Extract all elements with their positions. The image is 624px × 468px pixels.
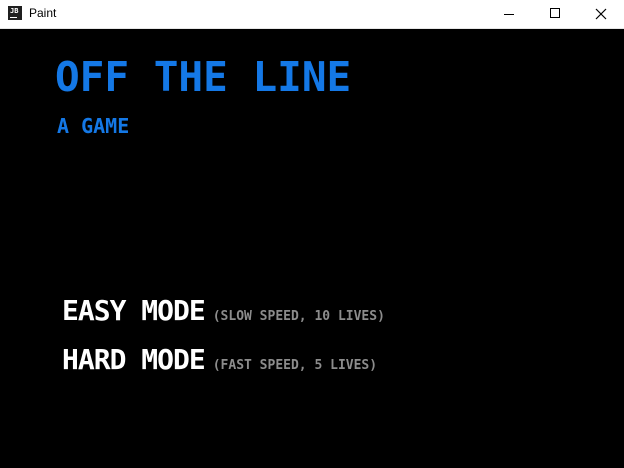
- hard-mode-label[interactable]: HARD MODE: [62, 343, 206, 376]
- game-title: OFF THE LINE: [55, 53, 352, 101]
- easy-mode-label[interactable]: EASY MODE: [62, 294, 206, 327]
- easy-mode-option[interactable]: EASY MODE (SLOW SPEED, 10 LIVES): [62, 293, 385, 329]
- window-title: Paint: [29, 6, 57, 20]
- app-window: JB Paint OFF THE LINE A GAME EASY MODE (S…: [0, 0, 624, 468]
- easy-mode-description: (SLOW SPEED, 10 LIVES): [212, 309, 385, 324]
- close-icon: [595, 8, 607, 20]
- app-icon-text: JB: [10, 7, 19, 15]
- hard-mode-option[interactable]: HARD MODE (FAST SPEED, 5 LIVES): [62, 342, 377, 378]
- game-canvas: OFF THE LINE A GAME EASY MODE (SLOW SPEED…: [0, 29, 624, 468]
- hard-mode-description: (FAST SPEED, 5 LIVES): [212, 358, 378, 373]
- game-subtitle: A GAME: [57, 114, 130, 138]
- minimize-button[interactable]: [486, 0, 532, 29]
- jetbrains-app-icon: JB: [8, 6, 22, 20]
- title-bar[interactable]: JB Paint: [0, 0, 624, 29]
- close-button[interactable]: [578, 0, 624, 29]
- maximize-button[interactable]: [532, 0, 578, 29]
